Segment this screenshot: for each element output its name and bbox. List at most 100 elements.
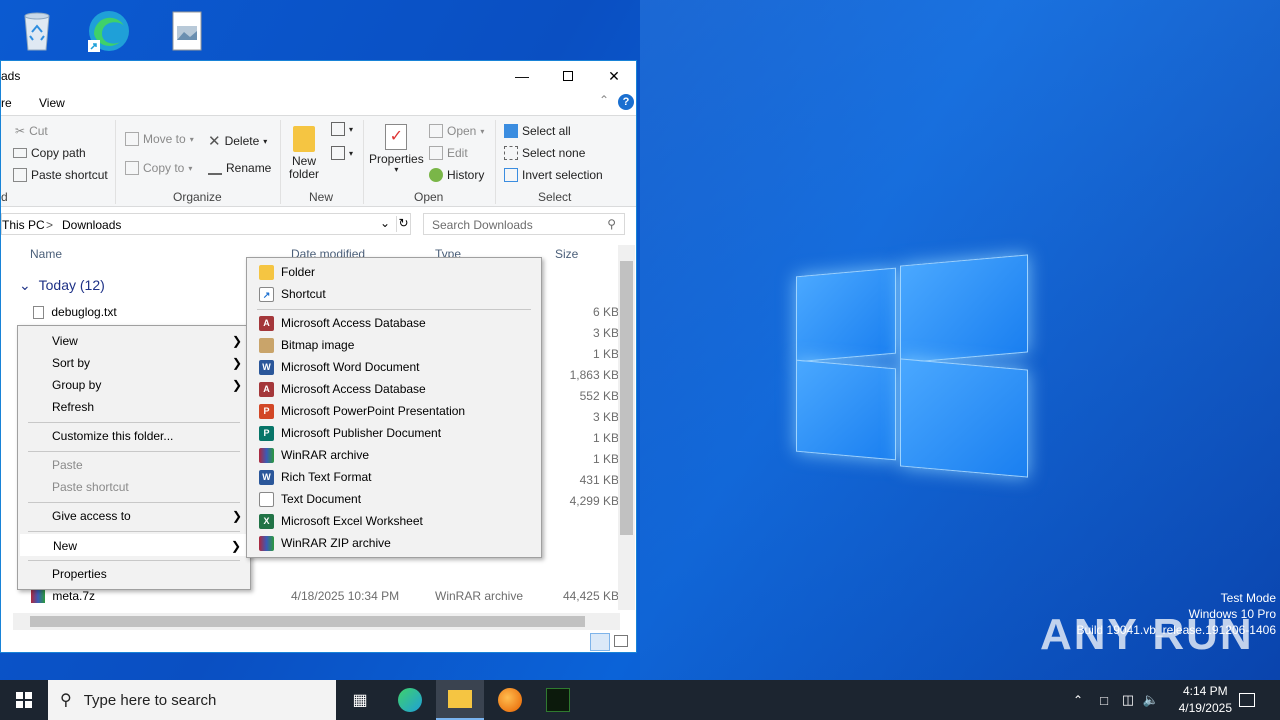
menu-item-sort-by[interactable]: Sort by ❯ xyxy=(20,352,248,374)
help-icon[interactable]: ? xyxy=(618,94,634,110)
column-name[interactable]: Name xyxy=(30,247,62,261)
start-button[interactable] xyxy=(0,680,48,720)
new-rich-text-item[interactable]: W Rich Text Format xyxy=(249,466,539,488)
file-size: 6 KB xyxy=(592,305,619,319)
new-winrar-zip-item[interactable]: WinRAR ZIP archive xyxy=(249,532,539,554)
minimize-button[interactable]: — xyxy=(499,61,545,91)
list-item[interactable]: debuglog.txt xyxy=(33,305,117,320)
file-size: 1 KB xyxy=(592,347,619,361)
edge-taskbar-button[interactable] xyxy=(386,680,434,720)
rename-button[interactable]: Rename xyxy=(208,161,271,175)
taskbar: ⚲ Type here to search ▦ ⌃ □ ◫ 🔈 4:14 PM … xyxy=(0,680,1280,720)
menu-item-give-access-to[interactable]: Give access to ❯ xyxy=(20,505,248,527)
new-bitmap-item[interactable]: Bitmap image xyxy=(249,334,539,356)
new-powerpoint-item[interactable]: P Microsoft PowerPoint Presentation xyxy=(249,400,539,422)
delete-button[interactable]: ✕ Delete ▾ xyxy=(208,132,267,150)
move-to-icon xyxy=(125,132,139,146)
network-icon: ◫ xyxy=(1121,692,1135,707)
new-winrar-archive-item[interactable]: WinRAR archive xyxy=(249,444,539,466)
new-folder-icon xyxy=(293,126,316,152)
new-publisher-item[interactable]: P Microsoft Publisher Document xyxy=(249,422,539,444)
vertical-scroll-thumb[interactable] xyxy=(620,261,633,535)
new-folder-item[interactable]: Folder xyxy=(249,261,539,283)
recycle-bin-icon[interactable] xyxy=(14,8,60,54)
history-button[interactable]: History xyxy=(429,168,484,182)
copy-path-button[interactable]: Copy path xyxy=(13,146,86,160)
shortcut-icon: ↗ xyxy=(259,287,274,302)
show-hidden-icons-button[interactable]: ⌃ xyxy=(1068,680,1088,720)
breadcrumb-this-pc[interactable]: This PC xyxy=(2,218,45,232)
taskbar-search-box[interactable]: ⚲ Type here to search xyxy=(48,680,336,720)
app-taskbar-button[interactable] xyxy=(534,680,582,720)
select-none-button[interactable]: Select none xyxy=(504,146,585,160)
select-all-icon xyxy=(504,124,518,138)
move-to-button[interactable]: Move to ▾ xyxy=(125,132,194,146)
menu-item-properties[interactable]: Properties xyxy=(20,563,248,585)
new-shortcut-item[interactable]: ↗ Shortcut xyxy=(249,283,539,305)
tab-share[interactable]: re xyxy=(1,96,12,110)
menu-item-customize-folder[interactable]: Customize this folder... xyxy=(20,425,248,447)
new-access-database-item-2[interactable]: A Microsoft Access Database xyxy=(249,378,539,400)
edit-button[interactable]: Edit xyxy=(429,146,468,160)
cut-button[interactable]: ✂ Cut xyxy=(15,124,48,138)
invert-selection-button[interactable]: Invert selection xyxy=(504,168,603,182)
volume-button[interactable]: 🔈 xyxy=(1141,680,1161,720)
properties-icon: ✓ xyxy=(385,124,408,150)
refresh-icon[interactable]: ↻ xyxy=(396,216,410,232)
collapse-ribbon-icon[interactable]: ⌃ xyxy=(599,93,609,107)
new-item-button[interactable]: ▾ xyxy=(331,122,353,136)
paste-shortcut-button[interactable]: Paste shortcut xyxy=(13,168,108,182)
new-access-database-item[interactable]: A Microsoft Access Database xyxy=(249,312,539,334)
list-item[interactable]: meta.7z xyxy=(31,589,95,604)
clock[interactable]: 4:14 PM 4/19/2025 xyxy=(1179,683,1232,717)
new-text-document-item[interactable]: Text Document xyxy=(249,488,539,510)
menu-item-view[interactable]: View ❯ xyxy=(20,330,248,352)
group-header-today[interactable]: ⌄ Today (12) xyxy=(19,277,105,294)
windows-logo-wallpaper xyxy=(796,242,1028,478)
rename-icon xyxy=(208,161,222,175)
file-size: 44,425 KB xyxy=(562,589,619,603)
horizontal-scrollbar[interactable] xyxy=(13,613,620,630)
menu-item-paste-shortcut[interactable]: Paste shortcut xyxy=(20,476,248,498)
search-box[interactable]: Search Downloads ⚲ xyxy=(423,213,625,235)
address-history-dropdown-icon[interactable]: ⌄ xyxy=(380,216,390,230)
new-group-label: New xyxy=(309,190,334,204)
large-icons-view-icon[interactable] xyxy=(614,635,628,647)
tray-icon-1[interactable]: □ xyxy=(1094,680,1114,720)
hacker-app-icon xyxy=(546,688,570,712)
horizontal-scroll-thumb[interactable] xyxy=(30,616,585,627)
open-button[interactable]: Open ▾ xyxy=(429,124,484,138)
breadcrumb-separator: > xyxy=(46,218,54,232)
image-file-desktop-icon[interactable] xyxy=(164,8,210,54)
tab-view[interactable]: View xyxy=(39,96,65,110)
new-word-document-item[interactable]: W Microsoft Word Document xyxy=(249,356,539,378)
firefox-taskbar-button[interactable] xyxy=(486,680,534,720)
taskbar-search-input[interactable]: Type here to search xyxy=(84,692,217,709)
copy-to-button[interactable]: Copy to ▾ xyxy=(125,161,192,175)
vertical-scrollbar[interactable] xyxy=(618,245,635,610)
task-view-button[interactable]: ▦ xyxy=(336,680,384,720)
maximize-button[interactable] xyxy=(545,61,591,91)
search-input[interactable]: Search Downloads xyxy=(432,218,533,232)
column-size[interactable]: Size xyxy=(555,247,578,261)
new-excel-worksheet-item[interactable]: X Microsoft Excel Worksheet xyxy=(249,510,539,532)
select-all-button[interactable]: Select all xyxy=(504,124,571,138)
easy-access-button[interactable]: ▾ xyxy=(331,146,353,160)
action-center-button[interactable] xyxy=(1236,680,1258,720)
properties-button[interactable]: ✓ Properties ▾ xyxy=(369,124,424,174)
menu-item-refresh[interactable]: Refresh xyxy=(20,396,248,418)
easy-access-icon xyxy=(331,146,345,160)
edge-desktop-icon[interactable] xyxy=(86,8,132,54)
network-button[interactable]: ◫ xyxy=(1118,680,1138,720)
file-date: 4/18/2025 10:34 PM xyxy=(291,589,400,603)
file-explorer-taskbar-button[interactable] xyxy=(436,680,484,720)
menu-item-group-by[interactable]: Group by ❯ xyxy=(20,374,248,396)
address-bar[interactable]: This PC > Downloads ⌄ ↻ xyxy=(1,213,411,235)
breadcrumb-downloads[interactable]: Downloads xyxy=(62,218,121,232)
new-folder-button[interactable]: New folder xyxy=(289,126,319,181)
menu-item-new[interactable]: New ❯ xyxy=(20,534,248,556)
close-button[interactable]: ✕ xyxy=(591,61,636,91)
menu-item-paste[interactable]: Paste xyxy=(20,454,248,476)
details-view-icon[interactable] xyxy=(590,633,610,651)
invert-selection-icon xyxy=(504,168,518,182)
